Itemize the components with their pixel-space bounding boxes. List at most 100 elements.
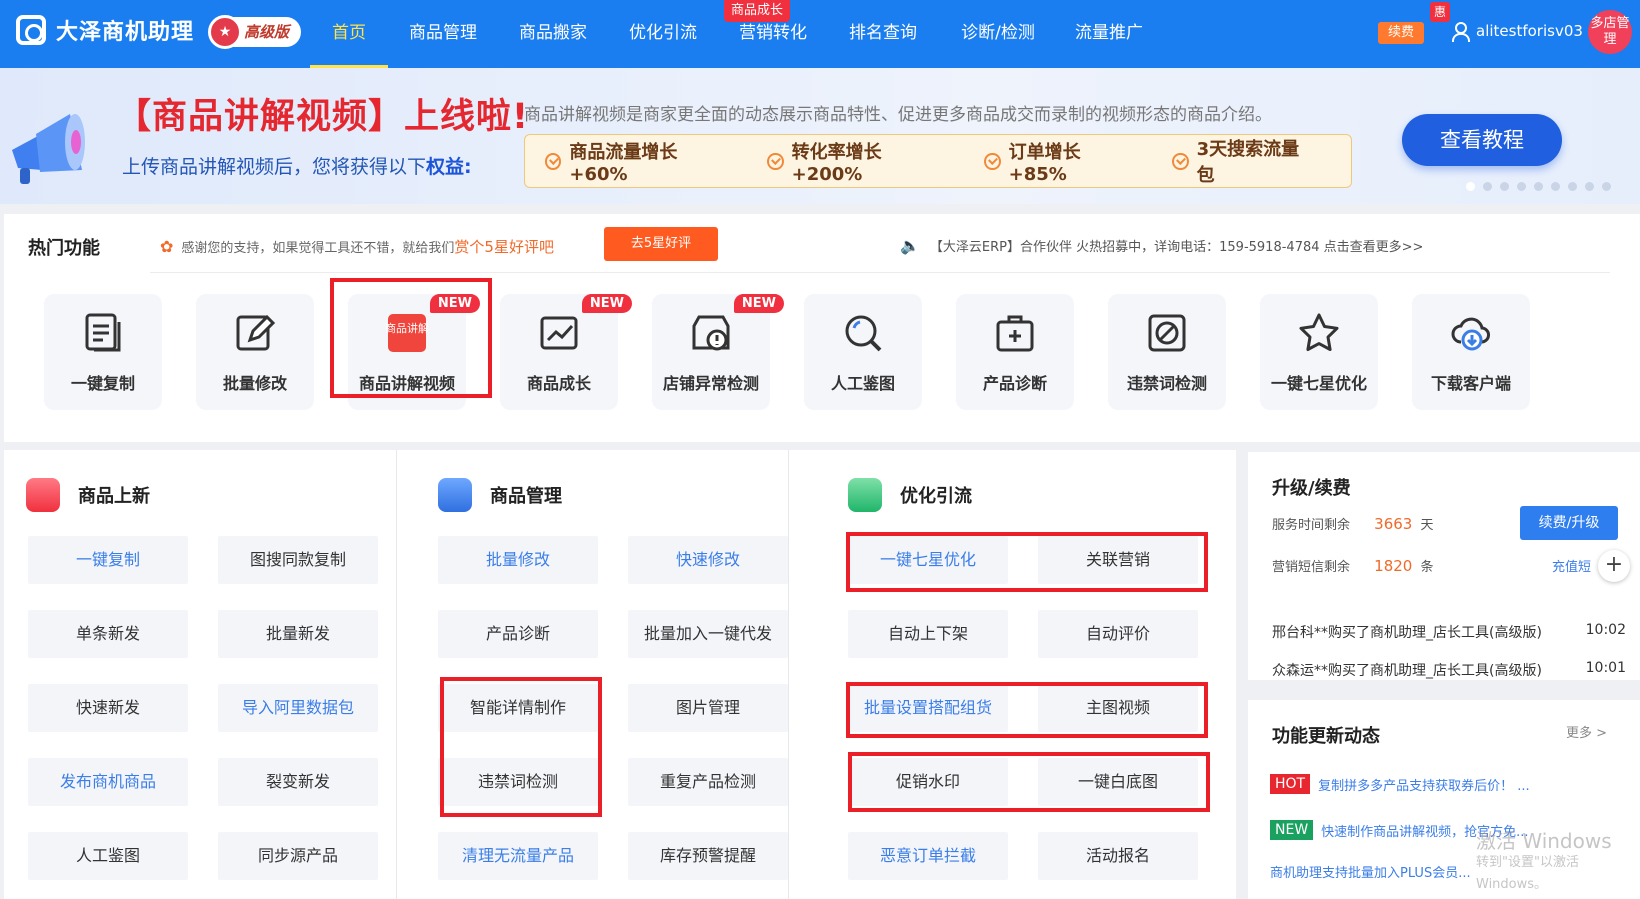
nav-ranking[interactable]: 排名查询 <box>840 0 926 68</box>
btn-stock-alert[interactable]: 库存预警提醒 <box>628 832 788 880</box>
app-logo[interactable]: 大泽商机助理 <box>16 14 194 46</box>
carousel-dot[interactable] <box>1551 182 1560 191</box>
btn-image-management[interactable]: 图片管理 <box>628 684 788 732</box>
btn-malicious-order-block[interactable]: 恶意订单拦截 <box>848 832 1008 880</box>
nav-home[interactable]: 首页 <box>310 0 388 68</box>
btn-publish-product[interactable]: 发布商机商品 <box>28 758 188 806</box>
tile-shop-anomaly[interactable]: 店铺异常检测 NEW <box>652 294 784 410</box>
add-icon[interactable]: + <box>1598 550 1630 582</box>
benefit-item: 转化率增长+200% <box>767 138 944 185</box>
btn-product-diagnosis[interactable]: 产品诊断 <box>438 610 598 658</box>
carousel-dot[interactable] <box>1602 182 1611 191</box>
banner-title: 【商品讲解视频】上线啦! <box>116 97 529 137</box>
rating-prompt: ✿ 感谢您的支持，如果觉得工具还不错，就给我们 赏个5星好评吧 <box>160 237 554 256</box>
carousel-dot[interactable] <box>1534 182 1543 191</box>
update-item[interactable]: HOT 复制拼多多产品支持获取券后价！ ... <box>1270 774 1530 794</box>
user-account[interactable]: alitestforisv03 <box>1452 22 1583 42</box>
upgrade-renew-button[interactable]: 续费/升级 <box>1520 506 1618 540</box>
renew-button[interactable]: 续费 <box>1378 22 1424 44</box>
purchase-feed-item: 众森运**购买了商机助理_店长工具(高级版) 10:01 <box>1272 660 1626 679</box>
tile-seven-star[interactable]: 一键七星优化 <box>1260 294 1378 410</box>
column-divider <box>396 450 397 899</box>
nav-traffic-promotion[interactable]: 流量推广 <box>1066 0 1152 68</box>
tile-one-click-copy[interactable]: 一键复制 <box>44 294 162 410</box>
carousel-dot[interactable] <box>1466 182 1475 191</box>
btn-batch-new[interactable]: 批量新发 <box>218 610 378 658</box>
multi-shop-button[interactable]: 多店管理 <box>1588 10 1632 54</box>
speaker-icon: 🔈 <box>900 236 920 255</box>
nav-growth-tag[interactable]: 商品成长 <box>724 0 791 22</box>
box-icon <box>26 478 60 512</box>
view-tutorial-button[interactable]: 查看教程 <box>1402 114 1562 166</box>
windows-activation-watermark: 激活 Windows 转到"设置"以激活 Windows。 <box>1476 829 1612 892</box>
nav-product-moving[interactable]: 商品搬家 <box>510 0 596 68</box>
nav-product-management[interactable]: 商品管理 <box>400 0 486 68</box>
btn-quick-new[interactable]: 快速新发 <box>28 684 188 732</box>
nav-optimize-traffic[interactable]: 优化引流 <box>620 0 706 68</box>
btn-sync-source[interactable]: 同步源产品 <box>218 832 378 880</box>
chart-icon <box>848 478 882 512</box>
new-badge: NEW <box>733 294 784 313</box>
promo-banner[interactable]: 【商品讲解视频】上线啦! 商品讲解视频是商家更全面的动态展示商品特性、促进更多商… <box>0 68 1640 204</box>
edit-pencil-icon <box>236 314 276 351</box>
btn-auto-review[interactable]: 自动评价 <box>1038 610 1198 658</box>
crown-icon: ★ <box>208 15 242 49</box>
hot-tag: HOT <box>1270 774 1311 794</box>
btn-batch-dropship[interactable]: 批量加入一键代发 <box>628 610 788 658</box>
updates-title: 功能更新动态 <box>1272 726 1380 747</box>
carousel-dot[interactable] <box>1483 182 1492 191</box>
btn-batch-modify[interactable]: 批量修改 <box>438 536 598 584</box>
edition-badge: ★ 高级版 <box>208 15 302 49</box>
btn-image-search-copy[interactable]: 图搜同款复制 <box>218 536 378 584</box>
megaphone-icon <box>12 114 85 184</box>
update-item[interactable]: 商机助理支持批量加入PLUS会员... <box>1270 862 1471 881</box>
new-badge: NEW <box>581 294 632 313</box>
more-link[interactable]: 更多 > <box>1566 722 1607 741</box>
top-navigation-bar: 大泽商机助理 ★ 高级版 首页 商品管理 商品搬家 优化引流 营销转化 排名查询… <box>0 0 1640 68</box>
btn-duplicate-check[interactable]: 重复产品检测 <box>628 758 788 806</box>
column-title-product-management: 商品管理 <box>438 478 562 512</box>
carousel-dot[interactable] <box>1585 182 1594 191</box>
tile-product-growth[interactable]: 商品成长 NEW <box>500 294 632 410</box>
carousel-dots <box>1466 182 1619 191</box>
carousel-dot[interactable] <box>1517 182 1526 191</box>
purchase-feed-item: 邢台科**购买了商机助理_店长工具(高级版) 10:02 <box>1272 622 1626 641</box>
btn-single-new[interactable]: 单条新发 <box>28 610 188 658</box>
benefit-item: 3天搜索流量包 <box>1172 135 1311 187</box>
btn-clean-no-traffic[interactable]: 清理无流量产品 <box>438 832 598 880</box>
rate-five-star-button[interactable]: 去5星好评 <box>604 227 718 261</box>
check-icon <box>767 152 784 170</box>
tile-product-diagnosis[interactable]: 产品诊断 <box>956 294 1074 410</box>
magnifier-icon <box>845 315 882 352</box>
carousel-dot[interactable] <box>1568 182 1577 191</box>
copy-doc-icon <box>85 313 121 352</box>
shop-alert-icon <box>692 315 730 351</box>
nav-diagnosis[interactable]: 诊断/检测 <box>950 0 1046 68</box>
erp-notice[interactable]: 🔈 【大泽云ERP】合作伙伴 火热招募中，详询电话：159-5918-4784 … <box>900 236 1423 255</box>
highlight-box <box>440 677 602 817</box>
forbidden-icon <box>1148 314 1186 352</box>
check-icon <box>545 152 562 170</box>
btn-import-ali-package[interactable]: 导入阿里数据包 <box>218 684 378 732</box>
btn-auto-listing[interactable]: 自动上下架 <box>848 610 1008 658</box>
hot-functions-section: 热门功能 ✿ 感谢您的支持，如果觉得工具还不错，就给我们 赏个5星好评吧 去5星好… <box>4 214 1640 442</box>
tile-forbidden-words[interactable]: 违禁词检测 <box>1108 294 1226 410</box>
highlight-box <box>330 278 492 398</box>
tile-manual-image-check[interactable]: 人工鉴图 <box>804 294 922 410</box>
tile-batch-edit[interactable]: 批量修改 <box>196 294 314 410</box>
medkit-icon <box>996 315 1034 352</box>
tile-download-client[interactable]: 下载客户端 <box>1412 294 1530 410</box>
bag-icon <box>438 478 472 512</box>
btn-manual-image-check[interactable]: 人工鉴图 <box>28 832 188 880</box>
sms-remaining: 营销短信剩余 1820 条 <box>1272 557 1434 575</box>
btn-fission-new[interactable]: 裂变新发 <box>218 758 378 806</box>
carousel-dot[interactable] <box>1500 182 1509 191</box>
banner-description: 商品讲解视频是商家更全面的动态展示商品特性、促进更多商品成交而录制的视频形态的商… <box>524 105 1272 125</box>
btn-quick-modify[interactable]: 快速修改 <box>628 536 788 584</box>
btn-activity-signup[interactable]: 活动报名 <box>1038 832 1198 880</box>
highlight-box <box>846 682 1208 738</box>
recharge-sms-link[interactable]: 充值短 <box>1552 556 1591 575</box>
check-icon <box>984 152 1001 170</box>
btn-one-click-copy[interactable]: 一键复制 <box>28 536 188 584</box>
username: alitestforisv03 <box>1476 22 1583 40</box>
